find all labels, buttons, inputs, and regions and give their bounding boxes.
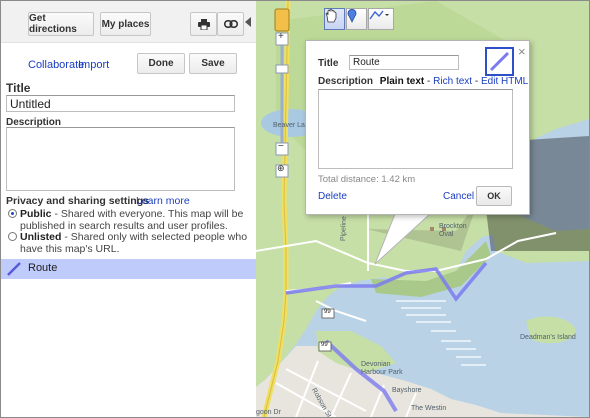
printer-icon	[197, 18, 210, 30]
info-title-label: Title	[318, 58, 339, 69]
highway-shield: 99	[324, 309, 331, 315]
unlisted-radio[interactable]	[8, 232, 17, 241]
draw-line-icon	[369, 10, 389, 20]
unlisted-title: Unlisted	[20, 231, 62, 243]
delete-link[interactable]: Delete	[318, 191, 347, 202]
description-format-row: Description Plain text - Rich text - Edi…	[318, 76, 528, 87]
title-input[interactable]	[6, 95, 235, 112]
privacy-heading: Privacy and sharing settings	[6, 195, 149, 207]
draw-line-tool[interactable]	[368, 8, 394, 30]
rich-text-link[interactable]: Rich text	[433, 76, 472, 87]
map-label-bayshore: Bayshore	[392, 387, 422, 394]
privacy-option-unlisted[interactable]: Unlisted - Shared only with selected peo…	[8, 231, 248, 255]
map-label-westin: The Westin	[411, 405, 447, 412]
collapse-panel-icon[interactable]	[245, 17, 251, 27]
public-radio[interactable]	[8, 209, 17, 218]
map-label-brockton: Brockton Oval	[439, 223, 467, 238]
privacy-option-public[interactable]: Public - Shared with everyone. This map …	[8, 208, 248, 232]
title-label: Title	[6, 81, 31, 95]
info-description-label: Description	[318, 76, 374, 87]
info-window: × Title Description Plain text - Rich te…	[305, 40, 530, 215]
format-separator: -	[474, 76, 479, 87]
zoom-in-icon[interactable]: +	[278, 31, 284, 42]
left-panel: Get directions My places Collaborate Imp…	[1, 1, 256, 417]
info-description-textarea[interactable]	[318, 89, 513, 169]
description-textarea[interactable]	[6, 127, 235, 191]
line-style-button[interactable]	[485, 47, 514, 76]
save-button[interactable]: Save	[189, 53, 237, 74]
ok-button[interactable]: OK	[476, 186, 512, 206]
info-title-input[interactable]	[349, 55, 459, 70]
map-label-devonian: Devonian Harbour Park	[361, 361, 403, 376]
highway-shield: 99	[321, 342, 328, 348]
public-title: Public	[20, 208, 52, 220]
placemark-icon	[347, 9, 357, 23]
format-separator: -	[427, 76, 431, 87]
line-icon	[7, 262, 21, 276]
hand-icon	[325, 9, 337, 23]
close-icon[interactable]: ×	[518, 44, 526, 59]
layer-item-route[interactable]: Route	[1, 259, 256, 279]
my-places-button[interactable]: My places	[100, 12, 151, 36]
get-directions-button[interactable]: Get directions	[28, 12, 94, 36]
link-button[interactable]	[217, 12, 244, 36]
link-icon	[223, 20, 238, 28]
learn-more-link[interactable]: Learn more	[136, 195, 190, 207]
plain-text-option[interactable]: Plain text	[380, 76, 424, 87]
map-label-deadman: Deadman's Island	[520, 334, 576, 341]
top-toolbar: Get directions My places	[1, 1, 256, 43]
total-distance: Total distance: 1.42 km	[318, 174, 416, 185]
print-button[interactable]	[190, 12, 217, 36]
hand-tool[interactable]	[324, 8, 345, 30]
cancel-link[interactable]: Cancel	[443, 191, 474, 202]
zoom-out-icon[interactable]: −	[278, 141, 284, 152]
import-link[interactable]: Import	[78, 59, 109, 71]
collaborate-link[interactable]: Collaborate	[28, 59, 84, 71]
map-label-lagoon: goon Dr	[256, 409, 281, 416]
line-style-icon	[489, 51, 510, 72]
zoom-area-icon[interactable]: ⊕	[277, 163, 285, 174]
done-button[interactable]: Done	[137, 53, 185, 74]
placemark-tool[interactable]	[346, 8, 367, 30]
edit-html-link[interactable]: Edit HTML	[481, 76, 528, 87]
public-description: - Shared with everyone. This map will be…	[20, 208, 244, 232]
layer-item-label: Route	[28, 262, 58, 274]
